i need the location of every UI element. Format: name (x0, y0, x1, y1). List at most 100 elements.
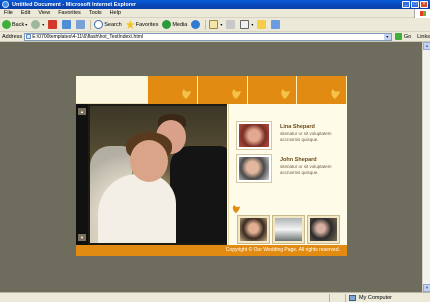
go-button[interactable]: Go (394, 33, 412, 40)
maximize-button[interactable]: □ (411, 1, 419, 8)
window-title: Untitled Document - Microsoft Internet E… (12, 1, 137, 8)
printer-icon (226, 20, 236, 29)
back-label: Back (12, 21, 25, 28)
mail-button[interactable]: ▾ (209, 20, 222, 29)
leaf-icon (281, 89, 291, 99)
content-divider (228, 104, 229, 245)
print-button[interactable] (226, 20, 236, 29)
messenger-button[interactable] (271, 20, 281, 29)
address-label: Address (2, 33, 23, 40)
search-icon (94, 20, 104, 29)
back-button[interactable]: Back ▾ (2, 20, 27, 29)
gallery-thumb-limousine[interactable] (273, 216, 304, 243)
close-button[interactable]: × (420, 1, 428, 8)
zone-label: My Computer (359, 294, 393, 301)
home-icon (76, 20, 86, 29)
mail-icon (209, 20, 219, 29)
search-button[interactable]: Search (94, 20, 122, 29)
profile-photo[interactable] (237, 122, 271, 149)
menu-tools[interactable]: Tools (85, 10, 106, 16)
star-icon (125, 20, 135, 29)
media-label: Media (172, 21, 188, 28)
profile-card: Lina Shepard sitenatur or sit voluptatem… (237, 122, 347, 152)
standard-toolbar: Back ▾ ▾ Search Favorites Media ▾ ▾ (0, 18, 430, 32)
toolbar-separator (90, 19, 92, 30)
nav-tab-1[interactable] (148, 76, 198, 104)
forward-button[interactable]: ▾ (31, 20, 44, 29)
wedding-site: ▲ ▼ Lina Shepard sitenatur or sit volupt… (76, 76, 347, 256)
scroll-up-icon[interactable]: ▲ (78, 108, 86, 115)
scroll-up-icon[interactable]: ▲ (423, 42, 430, 50)
search-label: Search (104, 21, 122, 28)
links-button[interactable]: Links (417, 34, 430, 40)
window-titlebar: Untitled Document - Microsoft Internet E… (0, 0, 430, 9)
menu-favorites[interactable]: Favorites (54, 10, 85, 16)
mail-dropdown-icon[interactable]: ▾ (220, 22, 222, 27)
vertical-scrollbar[interactable]: ▲ ▼ (422, 42, 430, 292)
site-footer: Copyright © Our Wedding Page. All rights… (76, 245, 347, 256)
go-arrow-icon (394, 33, 402, 40)
history-icon (191, 20, 201, 29)
edit-dropdown-icon[interactable]: ▾ (251, 22, 253, 27)
wedding-couple-photo (90, 106, 227, 243)
photo-scrollbar[interactable]: ▲ ▼ (76, 104, 88, 245)
status-text-area (0, 293, 330, 302)
window-controls: _ □ × (402, 1, 428, 8)
edit-button[interactable]: ▾ (240, 20, 253, 29)
stop-icon (48, 20, 58, 29)
profile-card: John Shepard sitenatur or sit voluptatem… (237, 155, 347, 185)
back-dropdown-icon[interactable]: ▾ (25, 22, 27, 27)
status-progress-area (330, 293, 346, 302)
security-zone: My Computer (346, 294, 393, 301)
forward-arrow-icon (31, 20, 41, 29)
profile-description: sitenatur or sit voluptatem accrusmis qu… (280, 131, 332, 142)
favorites-button[interactable]: Favorites (125, 20, 159, 29)
gallery-thumb-couple[interactable] (238, 216, 269, 243)
copyright-text: Copyright © Our Wedding Page. All rights… (225, 247, 340, 253)
nav-blank-cell (76, 76, 148, 104)
profile-name: Lina Shepard (280, 124, 315, 130)
discuss-button[interactable] (257, 20, 267, 29)
address-dropdown-icon[interactable]: ▾ (383, 33, 391, 40)
history-button[interactable] (191, 20, 201, 29)
menu-edit[interactable]: Edit (17, 10, 34, 16)
stop-button[interactable] (48, 20, 58, 29)
nav-tab-3[interactable] (247, 76, 298, 104)
leaf-icon (182, 89, 191, 99)
favorites-label: Favorites (135, 21, 159, 28)
ie-logo-icon (2, 1, 9, 8)
profile-photo[interactable] (237, 155, 271, 182)
leaf-icon (331, 89, 340, 99)
menu-view[interactable]: View (34, 10, 54, 16)
forward-dropdown-icon[interactable]: ▾ (42, 22, 44, 27)
toolbar-separator (205, 19, 207, 30)
profile-description: sitenatur or sit voluptatem accrusmis qu… (280, 164, 332, 175)
gallery-thumb-group[interactable] (308, 216, 339, 243)
address-url[interactable]: E:\0700templates\4-11\6\flash\hot_TestIn… (32, 34, 143, 40)
site-nav (76, 76, 347, 104)
address-input[interactable]: E:\0700templates\4-11\6\flash\hot_TestIn… (24, 32, 392, 41)
profile-name: John Shepard (280, 157, 317, 163)
home-button[interactable] (76, 20, 86, 29)
leaf-icon (232, 204, 241, 214)
scroll-down-icon[interactable]: ▼ (78, 234, 86, 241)
media-button[interactable]: Media (162, 20, 187, 29)
page-icon (26, 34, 32, 39)
nav-tab-2[interactable] (197, 76, 248, 104)
go-label: Go (403, 33, 412, 40)
refresh-icon (62, 20, 72, 29)
folder-icon (257, 20, 267, 29)
menu-file[interactable]: File (0, 10, 17, 16)
refresh-button[interactable] (62, 20, 72, 29)
edit-page-icon (240, 20, 250, 29)
nav-tab-4[interactable] (297, 76, 347, 104)
page-viewport: ▲ ▼ Lina Shepard sitenatur or sit volupt… (0, 42, 422, 292)
menu-help[interactable]: Help (106, 10, 125, 16)
address-bar: Address E:\0700templates\4-11\6\flash\ho… (0, 32, 430, 42)
windows-logo-icon (414, 9, 430, 18)
minimize-button[interactable]: _ (402, 1, 410, 8)
back-arrow-icon (2, 20, 11, 29)
scroll-down-icon[interactable]: ▼ (423, 284, 430, 292)
computer-icon (349, 294, 356, 301)
media-icon (162, 20, 172, 29)
